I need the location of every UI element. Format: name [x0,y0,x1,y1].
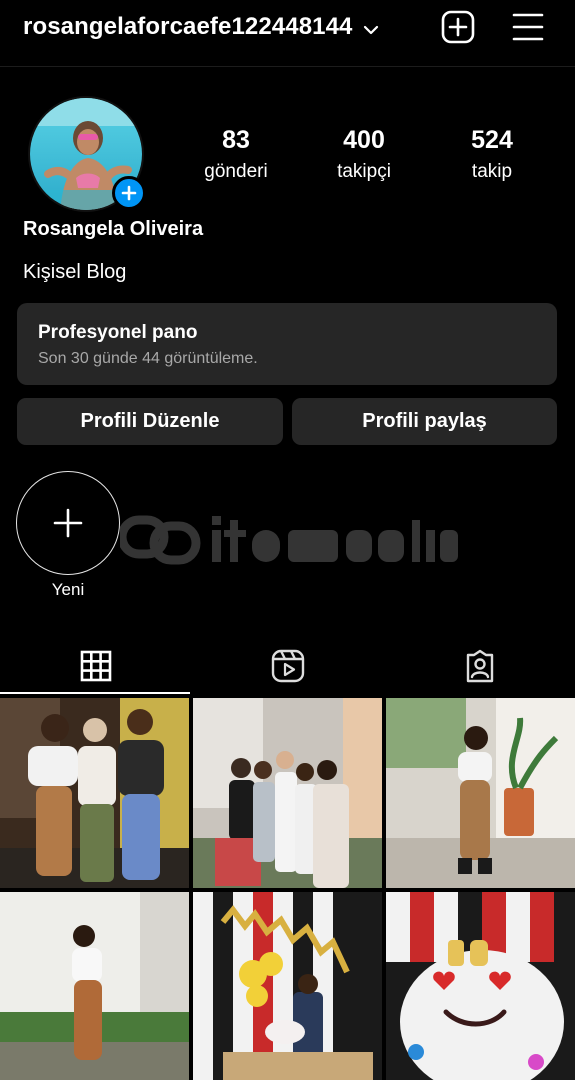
tagged-icon [466,649,493,683]
username-label: rosangelaforcaefe122448144 [23,13,353,40]
profile-tabs [0,636,575,696]
stat-value: 524 [471,126,513,154]
dashboard-subtitle: Son 30 günde 44 görüntüleme. [38,350,258,367]
new-highlight-label: Yeni [51,580,85,599]
new-highlight-button[interactable] [16,471,120,575]
post-thumbnail[interactable] [0,698,189,888]
stat-label: takipçi [337,161,391,182]
stat-label: takip [471,161,513,182]
profile-category: Kişisel Blog [23,261,127,283]
active-tab-indicator [0,692,190,694]
stat-value: 83 [222,126,250,154]
hamburger-menu-icon[interactable] [510,9,546,45]
stat-followers[interactable]: 400 takipçi [324,125,404,185]
profile-avatar[interactable] [28,96,146,214]
full-name: Rosangela Oliveira [23,218,204,240]
tab-tagged[interactable] [384,636,575,696]
post-thumbnail[interactable] [193,892,382,1080]
add-story-button[interactable] [112,176,146,210]
share-profile-button[interactable]: Profili paylaş [292,398,557,445]
dashboard-title: Profesyonel pano [38,322,198,343]
edit-profile-button[interactable]: Profili Düzenle [17,398,283,445]
plus-icon [121,185,137,201]
grid-icon [80,650,111,682]
post-thumbnail[interactable] [386,892,575,1080]
stat-label: gönderi [204,161,268,182]
post-thumbnail[interactable] [0,892,189,1080]
post-thumbnail[interactable] [193,698,382,888]
account-switcher[interactable]: rosangelaforcaefe122448144 [23,13,380,41]
tab-reels[interactable] [192,636,383,696]
top-bar: rosangelaforcaefe122448144 [0,0,575,56]
post-thumbnail[interactable] [386,698,575,888]
reels-icon [271,649,304,683]
stat-posts[interactable]: 83 gönderi [196,125,276,185]
stat-following[interactable]: 524 takip [452,125,532,185]
professional-dashboard-card[interactable]: Profesyonel pano Son 30 günde 44 görüntü… [17,303,557,385]
plus-square-icon[interactable] [440,9,476,45]
plus-icon [53,508,83,538]
watermark-logo [117,510,460,570]
top-divider [0,66,575,67]
stat-value: 400 [343,126,385,154]
posts-grid [0,698,575,1080]
tab-grid[interactable] [0,636,191,696]
chevron-down-icon [362,18,380,36]
